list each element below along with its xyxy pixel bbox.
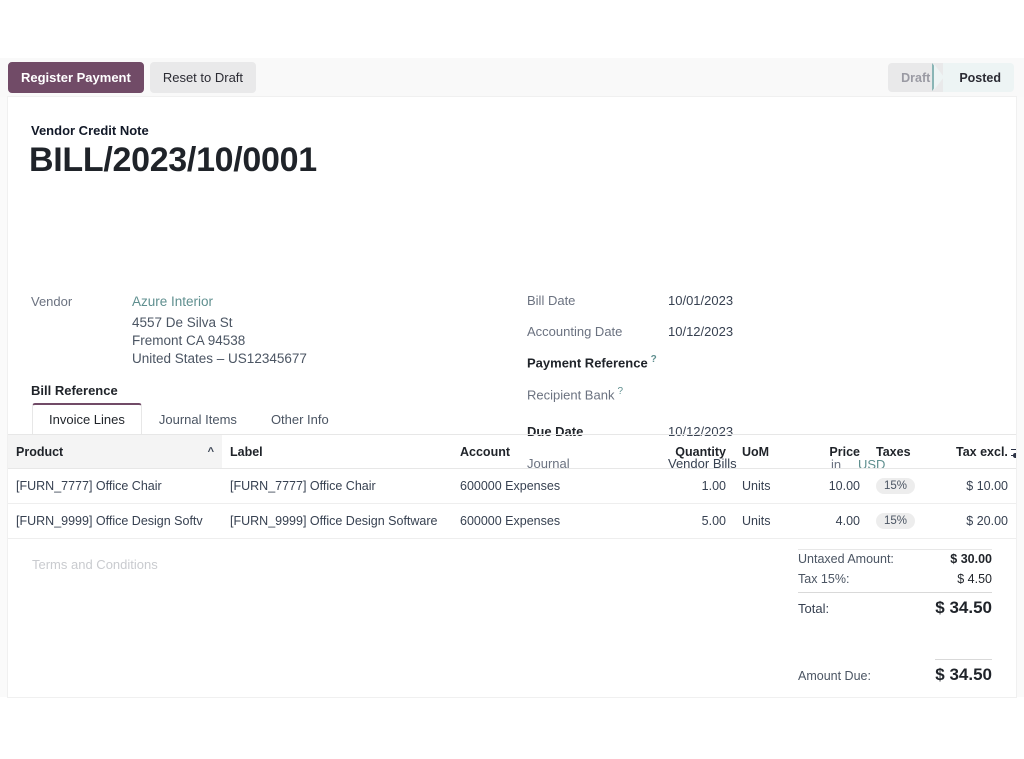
tax-badge: 15%: [876, 513, 916, 529]
untaxed-amount-label: Untaxed Amount:: [798, 552, 894, 566]
sliders-icon[interactable]: [1011, 447, 1016, 459]
status-step-draft-label: Draft: [901, 70, 931, 85]
tax-label: Tax 15%:: [798, 572, 850, 586]
vendor-field-label: Vendor: [31, 294, 73, 309]
table-header-row: Product ^ Label Account Quantity UoM Pri…: [8, 435, 1016, 469]
cell-product[interactable]: [FURN_9999] Office Design Softv: [8, 503, 222, 539]
sort-asc-caret-icon: ^: [207, 446, 214, 458]
cell-quantity[interactable]: 5.00: [650, 503, 734, 539]
column-header-price[interactable]: Price: [806, 435, 868, 469]
vendor-address-line-3: United States – US12345677: [132, 351, 307, 366]
recipient-bank-help-icon[interactable]: ?: [617, 386, 623, 397]
cell-quantity[interactable]: 1.00: [650, 468, 734, 504]
status-bar: Draft Posted: [888, 63, 1014, 92]
cell-uom[interactable]: Units: [734, 468, 806, 504]
bill-date-value[interactable]: 10/01/2023: [668, 293, 733, 308]
cell-taxes[interactable]: 15%: [868, 468, 948, 504]
vendor-bill-form-view: Register Payment Reset to Draft Draft Po…: [0, 0, 1024, 759]
bill-date-label: Bill Date: [527, 293, 576, 308]
recipient-bank-label: Recipient Bank?: [527, 386, 623, 402]
amount-due-value: $ 34.50: [935, 659, 992, 685]
tab-other-info[interactable]: Other Info: [254, 403, 346, 436]
totals-row-tax: Tax 15%: $ 4.50: [798, 569, 992, 589]
tab-invoice-lines-label: Invoice Lines: [49, 412, 125, 427]
column-header-quantity[interactable]: Quantity: [650, 435, 734, 469]
vendor-name-link[interactable]: Azure Interior: [132, 294, 213, 309]
status-step-posted[interactable]: Posted: [932, 63, 1014, 92]
vendor-address-line-1: 4557 De Silva St: [132, 315, 233, 330]
cell-taxes[interactable]: 15%: [868, 503, 948, 539]
tab-journal-items-label: Journal Items: [158, 412, 237, 427]
untaxed-amount-value: $ 30.00: [950, 552, 992, 566]
register-payment-button[interactable]: Register Payment: [8, 62, 144, 93]
notebook-tabs: Invoice Lines Journal Items Other Info: [32, 403, 346, 436]
cell-uom[interactable]: Units: [734, 503, 806, 539]
payment-reference-label: Payment Reference?: [527, 354, 657, 370]
column-header-tax-excl[interactable]: Tax excl.: [948, 435, 1016, 469]
table-row[interactable]: [FURN_9999] Office Design Softv [FURN_99…: [8, 503, 1016, 539]
bill-reference-label: Bill Reference: [31, 383, 118, 398]
total-value: $ 34.50: [935, 598, 992, 617]
form-sheet: Vendor Credit Note BILL/2023/10/0001 Ven…: [8, 97, 1016, 697]
tax-badge: 15%: [876, 478, 916, 494]
cell-price[interactable]: 10.00: [806, 468, 868, 504]
tab-other-info-label: Other Info: [270, 412, 329, 427]
status-step-posted-label: Posted: [959, 70, 1001, 85]
amount-due-block: Amount Due: $ 34.50: [798, 659, 992, 685]
table-row[interactable]: [FURN_7777] Office Chair [FURN_7777] Off…: [8, 468, 1016, 504]
column-header-product[interactable]: Product ^: [8, 435, 222, 469]
column-header-taxes[interactable]: Taxes: [868, 435, 948, 469]
column-header-uom[interactable]: UoM: [734, 435, 806, 469]
column-header-account[interactable]: Account: [452, 435, 650, 469]
accounting-date-value[interactable]: 10/12/2023: [668, 324, 733, 339]
column-header-tax-excl-label: Tax excl.: [956, 445, 1008, 459]
cell-account[interactable]: 600000 Expenses: [452, 503, 650, 539]
tab-invoice-lines[interactable]: Invoice Lines: [32, 403, 142, 436]
terms-and-conditions-input[interactable]: Terms and Conditions: [32, 557, 158, 572]
column-header-label[interactable]: Label: [222, 435, 452, 469]
control-panel: Register Payment Reset to Draft: [0, 58, 1024, 97]
vendor-address-line-2: Fremont CA 94538: [132, 333, 246, 348]
totals-row-total: Total: $ 34.50: [798, 592, 992, 621]
document-type-label: Vendor Credit Note: [31, 123, 149, 138]
tab-journal-items[interactable]: Journal Items: [142, 403, 254, 436]
page-title: BILL/2023/10/0001: [29, 141, 317, 179]
recipient-bank-label-text: Recipient Bank: [527, 387, 615, 403]
cell-label[interactable]: [FURN_9999] Office Design Software: [222, 503, 452, 539]
reset-to-draft-button[interactable]: Reset to Draft: [149, 62, 257, 93]
amount-due-label: Amount Due:: [798, 669, 871, 683]
accounting-date-label: Accounting Date: [527, 324, 623, 339]
tax-value: $ 4.50: [957, 572, 992, 586]
total-label: Total:: [798, 601, 830, 616]
cell-account[interactable]: 600000 Expenses: [452, 468, 650, 504]
invoice-lines-table: Product ^ Label Account Quantity UoM Pri…: [8, 435, 1016, 539]
payment-reference-help-icon[interactable]: ?: [651, 354, 657, 365]
column-header-product-label: Product: [16, 445, 64, 459]
cell-tax-excl: $ 20.00: [948, 503, 1016, 539]
cell-label[interactable]: [FURN_7777] Office Chair: [222, 468, 452, 504]
cell-tax-excl: $ 10.00: [948, 468, 1016, 504]
totals-row-untaxed: Untaxed Amount: $ 30.00: [798, 549, 992, 569]
cell-product[interactable]: [FURN_7777] Office Chair: [8, 468, 222, 504]
payment-reference-label-text: Payment Reference: [527, 355, 648, 371]
cell-price[interactable]: 4.00: [806, 503, 868, 539]
totals-block: Untaxed Amount: $ 30.00 Tax 15%: $ 4.50 …: [798, 549, 992, 621]
